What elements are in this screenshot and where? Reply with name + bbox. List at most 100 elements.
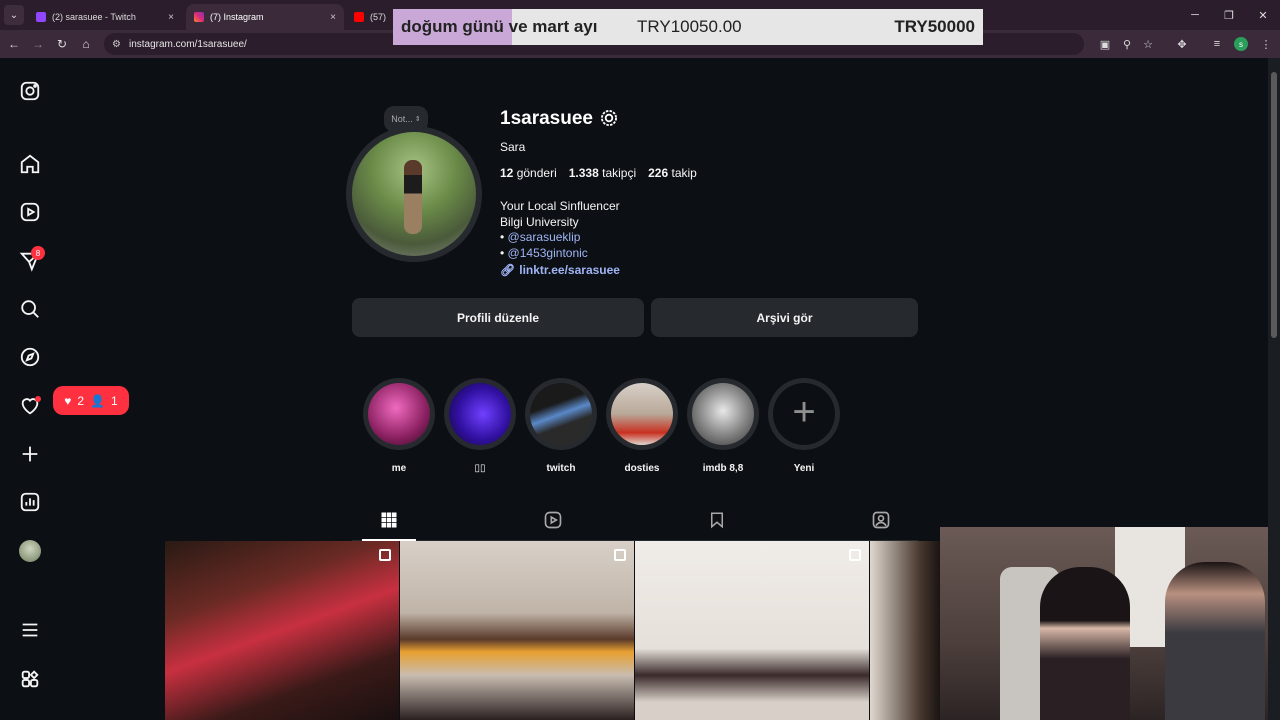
post-thumbnail[interactable] [400,541,634,720]
mention-link[interactable]: @sarasueklip [508,230,581,244]
profile-picture[interactable] [352,132,476,256]
view-archive-button[interactable]: Arşivi gör [651,298,918,337]
minimize-button[interactable]: ─ [1178,0,1212,30]
donation-goal-overlay: doğum günü ve mart ayı TRY10050.00 TRY50… [393,9,983,45]
tab-youtube[interactable]: (57) 2Pa [346,4,396,30]
restore-button[interactable]: ❐ [1212,0,1246,30]
stat-posts: 12 gönderi [500,166,557,180]
notification-dot [35,396,41,402]
dashboard-icon[interactable] [19,491,41,513]
highlight-item[interactable]: me [363,378,435,474]
stat-followers[interactable]: 1.338 takipçi [569,166,636,180]
tab-title: (57) 2Pa [370,12,388,22]
post-thumbnail[interactable] [870,541,940,720]
highlight-label: dosties [624,463,660,474]
settings-gear-icon[interactable] [599,108,619,128]
profile-picture-subject [404,160,422,234]
zoom-icon[interactable]: ⚲ [1119,36,1135,52]
close-window-button[interactable]: ✕ [1246,0,1280,30]
highlight-item[interactable]: dosties [606,378,678,474]
search-icon[interactable] [19,298,41,320]
tab-twitch[interactable]: (2) sarasuee - Twitch × [28,4,182,30]
tab-close-icon[interactable]: × [168,12,174,23]
also-from-meta-icon[interactable] [19,668,41,690]
instagram-logo-icon[interactable] [19,80,41,102]
bio-link-text: linktr.ee/sarasuee [519,263,620,277]
reels-tab-icon[interactable] [541,508,565,532]
post-thumbnail[interactable] [165,541,399,720]
instagram-page: 8 ♥ 2 👤 1 Not... ⇕ 1sarasuee Sara 12 gön… [0,58,1280,720]
tab-instagram[interactable]: (7) Instagram × [186,4,344,30]
saved-bookmark-icon[interactable] [705,508,729,532]
streamer-webcam [940,527,1280,720]
tab-title: (7) Instagram [210,12,264,22]
profile-username: 1sarasuee [500,108,593,129]
profile-bio: Your Local Sinfluencer Bilgi University … [500,199,620,279]
tagged-person-icon[interactable] [869,508,893,532]
scrollbar-thumb[interactable] [1271,72,1277,338]
url-text: instagram.com/1sarasuee/ [128,38,247,50]
extensions-icon[interactable]: ✥ [1174,36,1190,52]
activity-popup[interactable]: ♥ 2 👤 1 [53,386,129,415]
note-text: Not... [391,114,413,124]
media-controls-icon[interactable]: ≡ [1209,36,1225,52]
goal-target: TRY50000 [894,17,975,36]
webcam-person-right [1165,562,1265,720]
note-bubble[interactable]: Not... ⇕ [384,106,428,132]
profile-full-name: Sara [500,140,526,154]
reels-icon[interactable] [19,201,41,223]
new-highlight-button[interactable]: + Yeni [768,378,840,474]
bookmark-star-icon[interactable]: ☆ [1140,36,1156,52]
highlight-item[interactable]: twitch [525,378,597,474]
highlight-cover [611,383,673,445]
highlight-label: me [391,463,407,474]
browser-menu-icon[interactable]: ⋮ [1258,36,1274,52]
youtube-favicon-icon [354,12,364,22]
home-icon[interactable]: ⌂ [77,35,95,53]
home-icon[interactable] [19,153,41,175]
highlight-label: ▯▯ [474,463,486,474]
forward-arrow-icon[interactable]: → [29,35,47,53]
tab-close-icon[interactable]: × [330,12,336,23]
highlight-item[interactable]: ▯▯ [444,378,516,474]
edit-profile-button[interactable]: Profili düzenle [352,298,644,337]
highlight-cover [449,383,511,445]
note-stepper-icon: ⇕ [414,116,421,123]
bio-line: Bilgi University [500,214,579,229]
post-thumbnail[interactable] [635,541,869,720]
likes-count: 2 [77,393,85,408]
install-app-icon[interactable]: ▣ [1097,36,1113,52]
explore-compass-icon[interactable] [19,346,41,368]
messages-badge: 8 [31,246,45,260]
heart-icon: ♥ [64,393,72,408]
highlight-cover [692,383,754,445]
bio-line: Your Local Sinfluencer [500,199,620,213]
browser-profile-avatar[interactable]: s [1234,37,1248,51]
reload-icon[interactable]: ↻ [53,35,71,53]
highlight-label: imdb 8,8 [702,463,744,474]
goal-label: doğum günü ve mart ayı [401,17,598,36]
plus-icon: + [773,383,835,445]
highlight-item[interactable]: imdb 8,8 [687,378,759,474]
site-info-icon[interactable]: ⚙ [112,39,121,50]
mention-link[interactable]: @1453gintonic [508,246,588,260]
highlight-label: Yeni [793,463,815,474]
webcam-person-left [1040,567,1130,720]
highlight-cover [530,383,592,445]
page-scrollbar[interactable] [1268,58,1280,720]
carousel-icon [614,549,626,561]
followers-count: 1 [111,393,118,408]
window-controls: ─ ❐ ✕ [1178,0,1280,30]
posts-grid-icon[interactable] [377,508,401,532]
bio-external-link[interactable]: 🔗︎ linktr.ee/sarasuee [500,263,620,279]
more-menu-icon[interactable] [19,619,41,641]
profile-avatar[interactable] [19,540,41,562]
highlight-label: twitch [546,463,576,474]
stat-following[interactable]: 226 takip [648,166,697,180]
carousel-icon [379,549,391,561]
back-arrow-icon[interactable]: ← [5,35,23,53]
create-plus-icon[interactable] [19,443,41,465]
bio-mention-row: • @sarasueklip [500,230,581,244]
profile-stats: 12 gönderi 1.338 takipçi 226 takip [500,166,697,180]
tab-search-chevron-icon[interactable]: ⌄ [4,5,24,25]
